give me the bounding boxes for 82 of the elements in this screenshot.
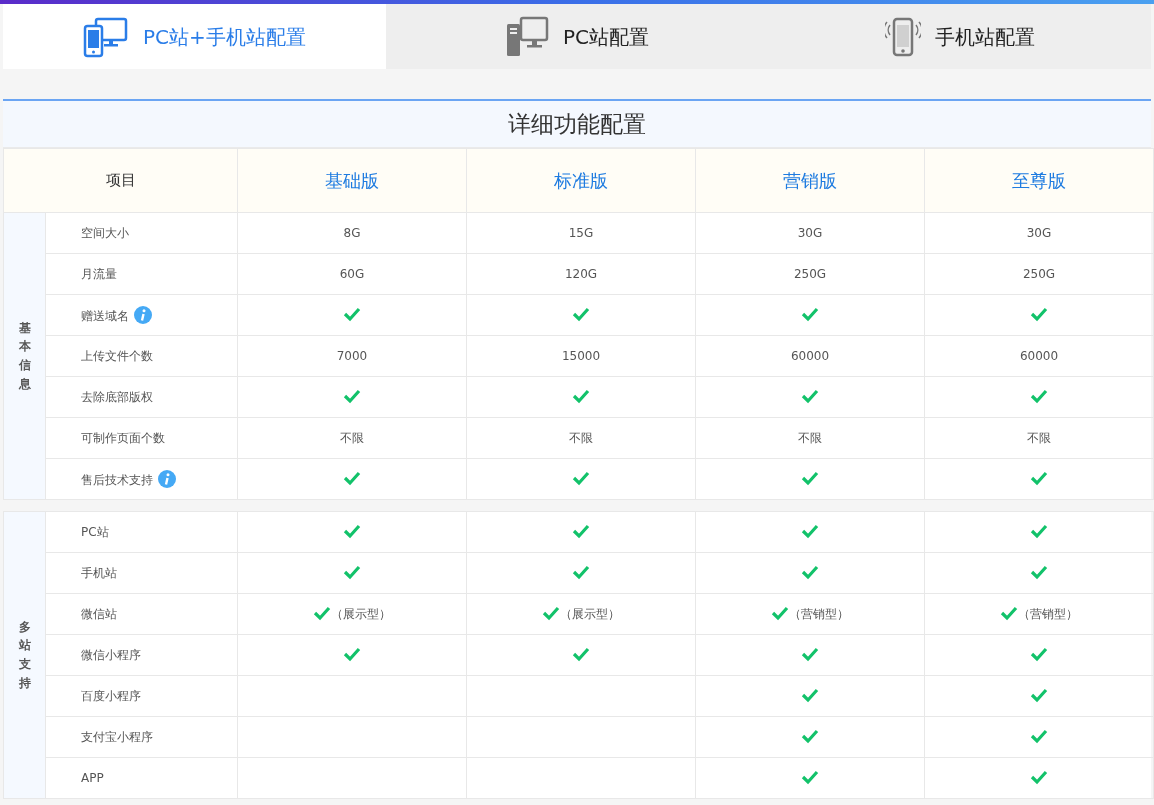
check-icon <box>1000 605 1018 621</box>
feature-name: 售后技术支持 <box>81 472 153 487</box>
config-tab[interactable]: 手机站配置 <box>768 4 1151 69</box>
check-icon <box>343 470 361 486</box>
check-icon <box>572 523 590 539</box>
feature-name: 去除底部版权 <box>81 390 153 404</box>
cell-value: 7000 <box>336 349 368 363</box>
check-icon <box>343 646 361 662</box>
cell-note: （营销型） <box>1018 607 1078 621</box>
column-header: 项目 <box>105 171 136 190</box>
check-icon <box>801 769 819 785</box>
cell-value: 不限 <box>798 431 822 445</box>
cell-value: 30G <box>1026 226 1052 240</box>
cell-value: 250G <box>793 267 827 281</box>
feature-name: 上传文件个数 <box>81 349 153 363</box>
feature-name: 可制作页面个数 <box>81 431 165 445</box>
cell-value: 120G <box>564 267 598 281</box>
check-icon <box>572 388 590 404</box>
feature-name: 微信站 <box>81 607 117 621</box>
check-icon <box>801 306 819 322</box>
cell-note: （营销型） <box>789 607 849 621</box>
config-tab[interactable]: PC站配置 <box>385 4 769 69</box>
feature-name: 支付宝小程序 <box>81 730 153 744</box>
section-label: 基本信息 <box>18 319 31 393</box>
check-icon <box>572 564 590 580</box>
desktop-computer-icon <box>505 15 549 58</box>
check-icon <box>313 605 331 621</box>
cell-value: 不限 <box>1027 431 1051 445</box>
check-icon <box>1030 728 1048 744</box>
check-icon <box>1030 470 1048 486</box>
plan-header: 营销版 <box>783 170 837 191</box>
check-icon <box>801 523 819 539</box>
feature-name: 手机站 <box>81 566 117 580</box>
check-icon <box>801 687 819 703</box>
check-icon <box>572 470 590 486</box>
cell-note: （展示型） <box>331 607 391 621</box>
cell-value: 60000 <box>790 349 830 363</box>
check-icon <box>801 646 819 662</box>
check-icon <box>801 564 819 580</box>
check-icon <box>801 470 819 486</box>
check-icon <box>771 605 789 621</box>
cell-value: 30G <box>797 226 823 240</box>
check-icon <box>1030 306 1048 322</box>
check-icon <box>1030 769 1048 785</box>
check-icon <box>572 306 590 322</box>
feature-name: 百度小程序 <box>81 689 141 703</box>
feature-name: 微信小程序 <box>81 648 141 662</box>
cell-value: 250G <box>1022 267 1056 281</box>
cell-value: 不限 <box>340 431 364 445</box>
check-icon <box>343 564 361 580</box>
check-icon <box>343 388 361 404</box>
check-icon <box>343 523 361 539</box>
monitor-phone-icon <box>82 15 129 58</box>
section-label: 多站支持 <box>18 618 31 692</box>
cell-value: 不限 <box>569 431 593 445</box>
plan-header: 至尊版 <box>1012 170 1066 191</box>
feature-name: PC站 <box>81 525 109 539</box>
check-icon <box>1030 687 1048 703</box>
feature-name: APP <box>81 771 104 785</box>
phone-signal-icon <box>884 16 921 57</box>
check-icon <box>343 306 361 322</box>
plan-header: 标准版 <box>554 170 608 191</box>
feature-name: 空间大小 <box>81 226 129 240</box>
check-icon <box>542 605 560 621</box>
check-icon <box>801 388 819 404</box>
cell-value: 60000 <box>1019 349 1059 363</box>
cell-value: 60G <box>339 267 365 281</box>
check-icon <box>1030 646 1048 662</box>
check-icon <box>801 728 819 744</box>
table-title: 详细功能配置 <box>3 101 1151 148</box>
cell-value: 15G <box>568 226 594 240</box>
feature-name: 月流量 <box>81 267 117 281</box>
cell-note: （展示型） <box>560 607 620 621</box>
plan-header: 基础版 <box>325 170 379 191</box>
check-icon <box>1030 388 1048 404</box>
config-tab[interactable]: PC站+手机站配置 <box>3 4 386 69</box>
cell-value: 8G <box>343 226 361 240</box>
check-icon <box>1030 523 1048 539</box>
check-icon <box>1030 564 1048 580</box>
cell-value: 15000 <box>561 349 601 363</box>
check-icon <box>572 646 590 662</box>
feature-name: 赠送域名 <box>81 308 129 323</box>
